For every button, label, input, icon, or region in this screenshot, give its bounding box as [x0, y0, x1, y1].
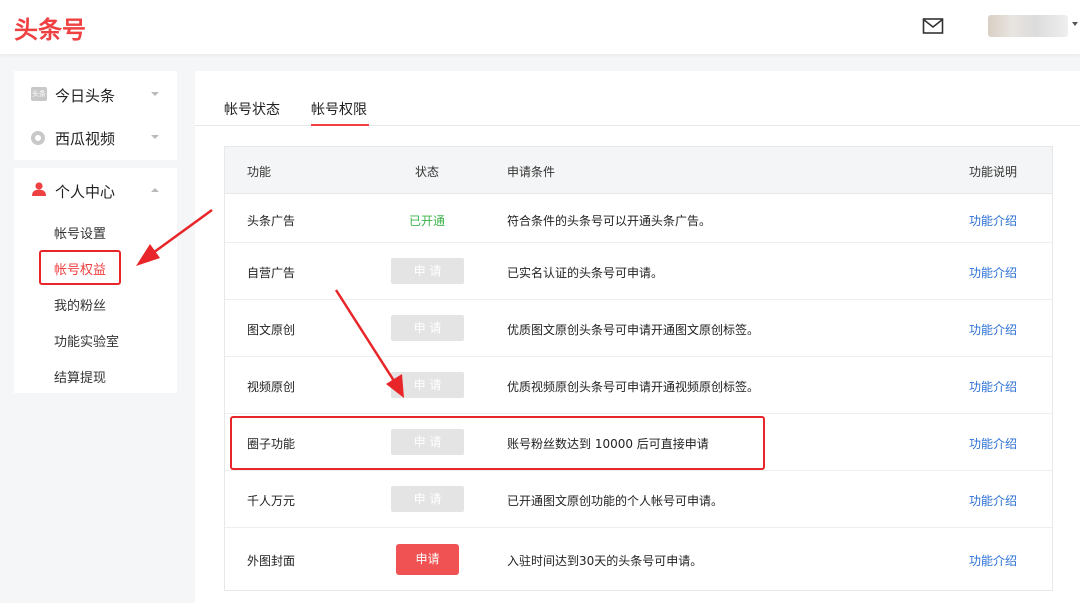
feature-intro-link[interactable]: 功能介绍	[969, 552, 1017, 569]
status-opened: 已开通	[409, 214, 446, 228]
sidebar-platforms: 头条 今日头条 西瓜视频	[14, 71, 177, 160]
apply-button[interactable]: 申 请	[391, 429, 464, 455]
sidebar-subitem-account-rights[interactable]: 帐号权益	[54, 259, 106, 278]
sidebar-item-label: 今日头条	[55, 87, 116, 105]
apply-button[interactable]: 申 请	[391, 486, 464, 512]
sidebar-item-xigua[interactable]: 西瓜视频	[14, 117, 177, 157]
header-condition: 申请条件	[507, 165, 556, 179]
apply-condition: 账号粉丝数达到 10000 后可直接申请	[507, 437, 709, 451]
apply-condition: 已实名认证的头条号可申请。	[507, 266, 664, 280]
apply-condition: 优质视频原创头条号可申请开通视频原创标签。	[507, 380, 760, 394]
table-row: 外图封面 申请 入驻时间达到30天的头条号可申请。 功能介绍	[225, 528, 1052, 590]
header-feature: 功能	[247, 165, 272, 179]
table-row: 圈子功能 申 请 账号粉丝数达到 10000 后可直接申请 功能介绍	[225, 414, 1052, 471]
chevron-down-icon[interactable]	[1072, 22, 1078, 26]
logo[interactable]: 头条号	[14, 10, 86, 45]
chevron-down-icon	[151, 92, 159, 96]
feature-intro-link[interactable]: 功能介绍	[969, 321, 1017, 338]
feature-name: 图文原创	[247, 323, 296, 337]
mail-icon[interactable]	[922, 17, 944, 35]
sidebar-item-label: 西瓜视频	[55, 130, 116, 148]
sidebar-item-toutiao[interactable]: 头条 今日头条	[14, 74, 177, 114]
top-bar: 头条号	[0, 0, 1080, 54]
tab-bar: 帐号状态 帐号权限	[195, 71, 1080, 126]
sidebar-item-personal-center[interactable]: 个人中心	[14, 170, 177, 210]
tab-account-permissions[interactable]: 帐号权限	[311, 99, 367, 119]
table-row: 头条广告 已开通 符合条件的头条号可以开通头条广告。 功能介绍	[225, 195, 1052, 243]
feature-name: 圈子功能	[247, 437, 296, 451]
sidebar-subitem-account-settings[interactable]: 帐号设置	[54, 223, 106, 242]
apply-condition: 优质图文原创头条号可申请开通图文原创标签。	[507, 323, 760, 337]
sidebar-item-label: 个人中心	[55, 183, 116, 201]
sidebar-subitem-settlement[interactable]: 结算提现	[54, 367, 106, 386]
table-row: 视频原创 申 请 优质视频原创头条号可申请开通视频原创标签。 功能介绍	[225, 357, 1052, 414]
active-tab-indicator	[311, 124, 369, 126]
sidebar-subitem-feature-lab[interactable]: 功能实验室	[54, 331, 119, 350]
feature-intro-link[interactable]: 功能介绍	[969, 378, 1017, 395]
toutiao-logo-icon: 头条	[31, 87, 47, 101]
feature-intro-link[interactable]: 功能介绍	[969, 435, 1017, 452]
header-description: 功能说明	[969, 165, 1018, 179]
main-panel: 帐号状态 帐号权限 功能 状态 申请条件 功能说明 头条广告 已开通 符合条件的…	[195, 71, 1080, 603]
table-row: 千人万元 申 请 已开通图文原创功能的个人帐号可申请。 功能介绍	[225, 471, 1052, 528]
apply-button[interactable]: 申 请	[391, 372, 464, 398]
feature-intro-link[interactable]: 功能介绍	[969, 212, 1017, 229]
feature-intro-link[interactable]: 功能介绍	[969, 264, 1017, 281]
sidebar-subitem-my-fans[interactable]: 我的粉丝	[54, 295, 106, 314]
table-row: 自营广告 申 请 已实名认证的头条号可申请。 功能介绍	[225, 243, 1052, 300]
table-header: 功能 状态 申请条件 功能说明	[225, 147, 1052, 194]
apply-button[interactable]: 申 请	[391, 258, 464, 284]
feature-name: 外图封面	[247, 554, 296, 568]
user-icon	[32, 182, 46, 196]
chevron-down-icon	[151, 135, 159, 139]
table-row: 图文原创 申 请 优质图文原创头条号可申请开通图文原创标签。 功能介绍	[225, 300, 1052, 357]
user-avatar[interactable]	[988, 15, 1068, 37]
feature-name: 自营广告	[247, 266, 296, 280]
tab-account-status[interactable]: 帐号状态	[224, 99, 280, 119]
apply-condition: 入驻时间达到30天的头条号可申请。	[507, 554, 703, 568]
apply-button[interactable]: 申 请	[391, 315, 464, 341]
apply-condition: 符合条件的头条号可以开通头条广告。	[507, 214, 712, 228]
apply-condition: 已开通图文原创功能的个人帐号可申请。	[507, 494, 724, 508]
xigua-logo-icon	[31, 131, 45, 145]
feature-name: 千人万元	[247, 494, 296, 508]
sidebar-personal-center: 个人中心 帐号设置 帐号权益 我的粉丝 功能实验室 结算提现	[14, 168, 177, 393]
chevron-up-icon	[151, 188, 159, 192]
apply-button[interactable]: 申请	[396, 544, 459, 575]
feature-intro-link[interactable]: 功能介绍	[969, 492, 1017, 509]
header-status: 状态	[415, 165, 440, 179]
permissions-table: 功能 状态 申请条件 功能说明 头条广告 已开通 符合条件的头条号可以开通头条广…	[224, 146, 1053, 591]
feature-name: 头条广告	[247, 214, 296, 228]
feature-name: 视频原创	[247, 380, 296, 394]
